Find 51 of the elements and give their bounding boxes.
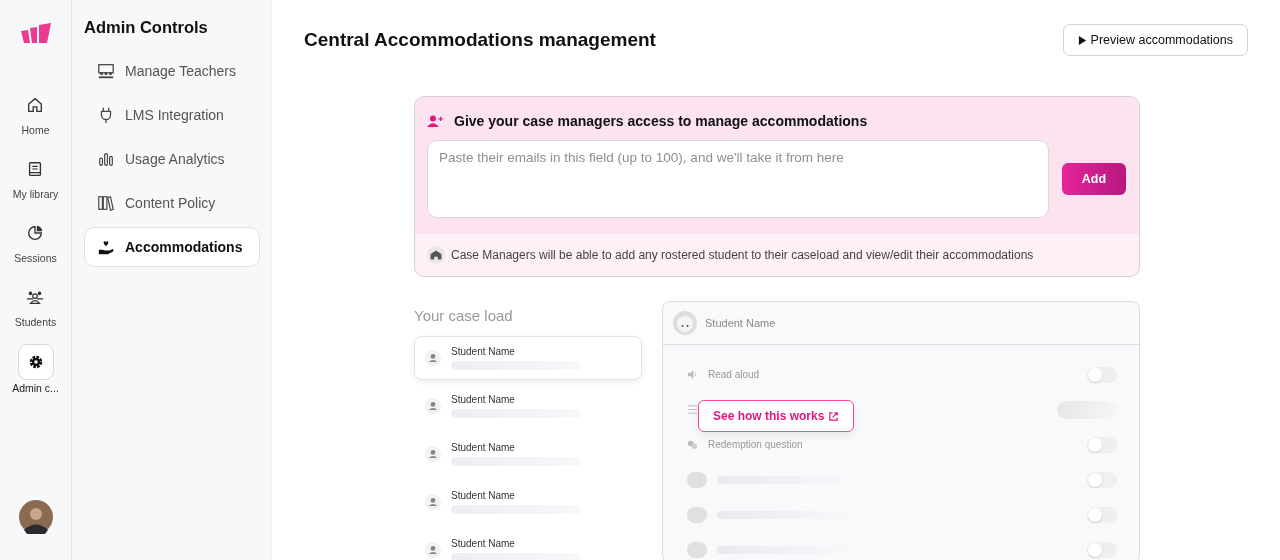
student-item[interactable]: Student Name <box>414 336 642 380</box>
sidebar-item[interactable]: Usage Analytics <box>84 139 260 179</box>
list-icon <box>687 404 698 415</box>
preview-button[interactable]: Preview accommodations <box>1062 24 1248 56</box>
person-icon[interactable] <box>425 350 441 366</box>
sidebar-title: Admin Controls <box>84 18 209 37</box>
add-button[interactable]: Add <box>1062 163 1126 195</box>
student-avatar <box>673 311 697 335</box>
sidebar-item[interactable]: Manage Teachers <box>84 51 260 91</box>
setting-label: Read aloud <box>708 369 761 380</box>
play-icon[interactable] <box>1077 34 1087 46</box>
heart-hand-icon[interactable] <box>97 238 115 256</box>
caseload-title: Your case load <box>414 307 514 324</box>
external-link-icon[interactable] <box>828 410 840 422</box>
speaker-icon <box>687 369 698 380</box>
setting-label: Redemption question <box>708 439 804 450</box>
person-icon[interactable] <box>425 494 441 510</box>
toggle-switch[interactable] <box>1087 471 1117 488</box>
add-user-icon <box>427 114 444 128</box>
toggle-switch[interactable] <box>1087 436 1117 453</box>
person-icon[interactable] <box>425 398 441 414</box>
logo-icon <box>19 22 52 44</box>
see-how-link[interactable]: See how this works <box>698 400 855 432</box>
person-icon[interactable] <box>425 446 441 462</box>
building-icon <box>427 246 445 264</box>
nav-label[interactable]: Students <box>14 316 57 328</box>
sidebar-item[interactable]: Content Policy <box>84 183 260 223</box>
bar-chart-icon[interactable] <box>97 150 115 168</box>
settings-icon[interactable] <box>17 344 54 380</box>
person-icon[interactable] <box>425 542 441 558</box>
student-item[interactable]: Student Name <box>414 384 642 428</box>
student-item[interactable]: Student Name <box>414 432 642 476</box>
note-text: Case Managers will be able to add any rostered student to their caseload and view/edit their accommodations <box>451 248 1034 262</box>
page-title: Central Accommodations management <box>304 29 656 51</box>
nav-label[interactable]: Sessions <box>14 252 57 264</box>
books-icon[interactable] <box>97 194 115 212</box>
toggle-switch[interactable] <box>1087 366 1117 383</box>
student-item[interactable]: Student Name <box>414 480 642 524</box>
card-title: Give your case managers access to manage accommodations <box>454 113 868 129</box>
email-field[interactable]: Paste their emails in this field (up to 100), and we'll take it from here <box>427 140 1049 218</box>
sidebar-item[interactable]: LMS Integration <box>84 95 260 135</box>
nav-label[interactable]: My library <box>12 188 59 200</box>
avatar[interactable] <box>18 500 53 534</box>
nav-label[interactable]: Home <box>21 124 50 136</box>
classroom-icon[interactable] <box>97 62 115 80</box>
nav-label[interactable]: Admin c... <box>12 382 59 394</box>
student-name: Student Name <box>705 317 776 329</box>
toggle-switch[interactable] <box>1087 506 1117 523</box>
student-item[interactable]: Student Name <box>414 528 642 560</box>
sidebar-item[interactable]: Accommodations <box>84 227 260 267</box>
toggle-switch[interactable] <box>1087 541 1117 558</box>
